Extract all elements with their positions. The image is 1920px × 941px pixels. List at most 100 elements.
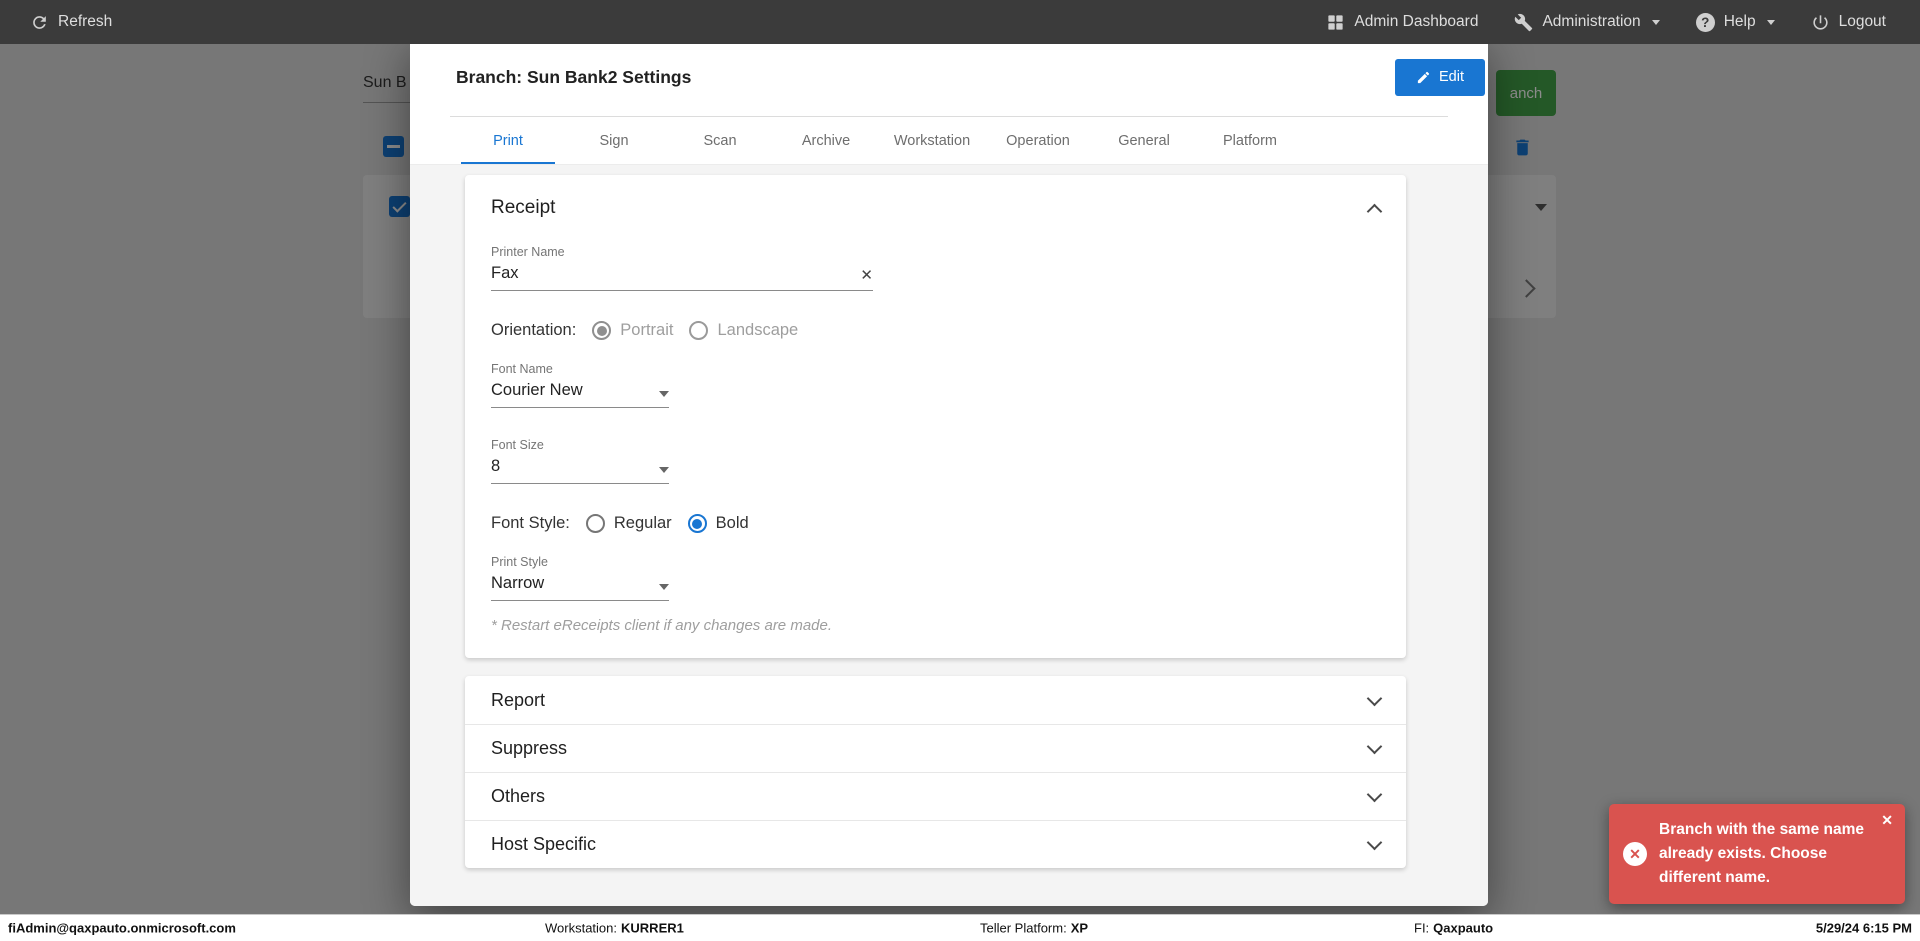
error-toast: ✕ Branch with the same name already exis…	[1609, 804, 1905, 904]
printer-name-label: Printer Name	[491, 245, 1380, 259]
orientation-portrait-option: Portrait	[592, 321, 673, 340]
top-bar: Refresh Admin Dashboard Administration ?	[0, 0, 1920, 44]
font-name-field-group: Font Name Courier New	[491, 362, 1380, 408]
font-size-label: Font Size	[491, 438, 1380, 452]
chevron-down-icon	[1367, 787, 1383, 803]
tab-operation[interactable]: Operation	[985, 117, 1091, 164]
edit-button-label: Edit	[1439, 69, 1464, 85]
printer-name-value: Fax	[491, 264, 519, 283]
workstation-value: KURRER1	[621, 921, 684, 936]
radio-selected-icon	[688, 514, 707, 533]
print-style-label: Print Style	[491, 555, 1380, 569]
collapsed-sections: Report Suppress Others Host Specific	[465, 676, 1406, 868]
close-icon[interactable]: ✕	[1881, 812, 1893, 829]
orientation-radio-group: Orientation: Portrait Landscape	[491, 321, 1380, 340]
radio-unselected-icon	[689, 321, 708, 340]
toast-message: Branch with the same name already exists…	[1659, 818, 1875, 890]
printer-name-field-group: Printer Name Fax ✕	[491, 245, 1380, 291]
refresh-label: Refresh	[58, 13, 112, 31]
section-suppress[interactable]: Suppress	[465, 724, 1406, 772]
help-icon: ?	[1696, 13, 1715, 32]
status-user: fiAdmin@qaxpauto.onmicrosoft.com	[8, 921, 236, 936]
edit-button[interactable]: Edit	[1395, 59, 1485, 96]
print-style-value: Narrow	[491, 574, 544, 593]
section-report-title: Report	[491, 690, 545, 711]
tab-workstation[interactable]: Workstation	[879, 117, 985, 164]
font-size-value: 8	[491, 457, 500, 476]
chevron-up-icon	[1367, 203, 1383, 219]
modal-header: Branch: Sun Bank2 Settings Edit	[410, 37, 1488, 117]
tab-general[interactable]: General	[1091, 117, 1197, 164]
orientation-label: Orientation:	[491, 321, 576, 340]
logout-label: Logout	[1839, 13, 1886, 31]
receipt-panel-header[interactable]: Receipt	[465, 175, 1406, 231]
font-style-bold-option[interactable]: Bold	[688, 514, 749, 533]
branch-settings-modal: Branch: Sun Bank2 Settings Edit Print Si…	[410, 37, 1488, 906]
printer-name-input[interactable]: Fax ✕	[491, 264, 873, 291]
help-menu[interactable]: ? Help	[1696, 13, 1775, 32]
refresh-icon	[30, 13, 49, 32]
clear-icon[interactable]: ✕	[860, 268, 873, 283]
teller-platform-value: XP	[1071, 921, 1088, 936]
refresh-button[interactable]: Refresh	[30, 13, 112, 32]
font-size-select[interactable]: 8	[491, 457, 669, 484]
receipt-panel: Receipt Printer Name Fax ✕ Orientation:	[465, 175, 1406, 658]
font-style-regular-option[interactable]: Regular	[586, 514, 672, 533]
font-style-bold-label: Bold	[716, 514, 749, 533]
workstation-label: Workstation:	[545, 921, 617, 936]
font-name-select[interactable]: Courier New	[491, 381, 669, 408]
tab-scan[interactable]: Scan	[667, 117, 773, 164]
font-size-field-group: Font Size 8	[491, 438, 1380, 484]
radio-unselected-icon	[586, 514, 605, 533]
power-icon	[1811, 13, 1830, 32]
help-label: Help	[1724, 13, 1756, 31]
dashboard-grid-icon	[1326, 13, 1345, 32]
status-workstation: Workstation: KURRER1	[545, 921, 684, 936]
section-others-title: Others	[491, 786, 545, 807]
tab-print[interactable]: Print	[455, 117, 561, 164]
orientation-landscape-option: Landscape	[689, 321, 798, 340]
chevron-down-icon	[1367, 835, 1383, 851]
status-bar: fiAdmin@qaxpauto.onmicrosoft.com Worksta…	[0, 914, 1920, 941]
chevron-down-icon	[1767, 20, 1775, 25]
fi-value: Qaxpauto	[1433, 921, 1493, 936]
font-name-label: Font Name	[491, 362, 1380, 376]
receipt-panel-title: Receipt	[491, 197, 555, 219]
section-host-specific[interactable]: Host Specific	[465, 820, 1406, 868]
modal-title: Branch: Sun Bank2 Settings	[456, 67, 691, 88]
status-teller-platform: Teller Platform:XP	[980, 921, 1088, 936]
dropdown-caret-icon	[659, 467, 669, 473]
status-datetime: 5/29/24 6:15 PM	[1816, 921, 1912, 936]
section-others[interactable]: Others	[465, 772, 1406, 820]
administration-menu[interactable]: Administration	[1514, 13, 1659, 32]
admin-dashboard-button[interactable]: Admin Dashboard	[1326, 13, 1478, 32]
error-icon: ✕	[1623, 842, 1647, 866]
pencil-icon	[1416, 70, 1431, 85]
font-name-value: Courier New	[491, 381, 583, 400]
dropdown-caret-icon	[659, 584, 669, 590]
section-report[interactable]: Report	[465, 676, 1406, 724]
topbar-right: Admin Dashboard Administration ? Help Lo…	[1326, 13, 1886, 32]
modal-body: Receipt Printer Name Fax ✕ Orientation:	[410, 165, 1488, 906]
receipt-panel-body: Printer Name Fax ✕ Orientation: Portrait	[465, 231, 1406, 658]
status-fi: FI: Qaxpauto	[1414, 921, 1493, 936]
print-style-select[interactable]: Narrow	[491, 574, 669, 601]
tab-sign[interactable]: Sign	[561, 117, 667, 164]
section-host-specific-title: Host Specific	[491, 834, 596, 855]
logout-button[interactable]: Logout	[1811, 13, 1886, 32]
administration-label: Administration	[1542, 13, 1640, 31]
fi-label: FI:	[1414, 921, 1429, 936]
settings-tabs: Print Sign Scan Archive Workstation Oper…	[410, 117, 1488, 165]
tab-archive[interactable]: Archive	[773, 117, 879, 164]
chevron-down-icon	[1367, 690, 1383, 706]
orientation-portrait-label: Portrait	[620, 321, 673, 340]
section-suppress-title: Suppress	[491, 738, 567, 759]
restart-note: * Restart eReceipts client if any change…	[491, 617, 1380, 634]
chevron-down-icon	[1367, 739, 1383, 755]
tab-platform[interactable]: Platform	[1197, 117, 1303, 164]
orientation-landscape-label: Landscape	[717, 321, 798, 340]
dropdown-caret-icon	[659, 391, 669, 397]
font-style-label: Font Style:	[491, 514, 570, 533]
admin-dashboard-label: Admin Dashboard	[1354, 13, 1478, 31]
radio-selected-icon	[592, 321, 611, 340]
